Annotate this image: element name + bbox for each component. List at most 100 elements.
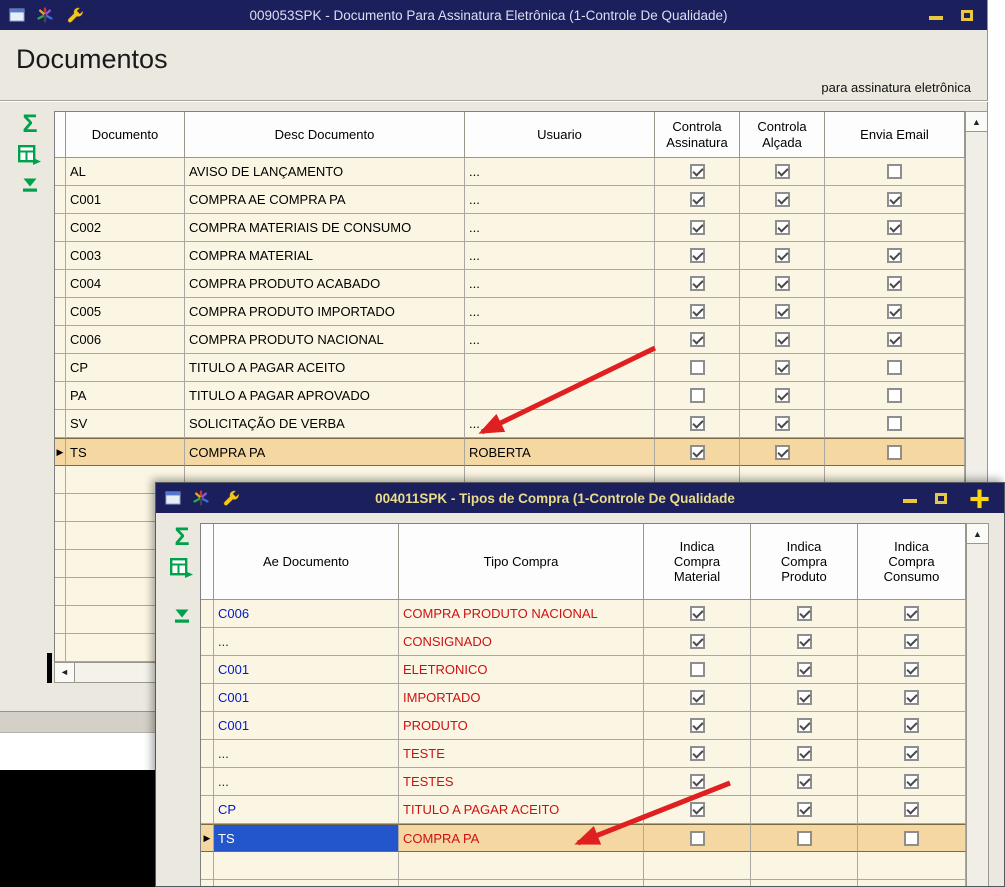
indica-compra-consumo-checkbox[interactable] xyxy=(904,774,919,789)
ae-documento-cell[interactable]: CP xyxy=(214,796,399,824)
column-header-indica-compra-material[interactable]: Indica Compra Material xyxy=(644,524,751,600)
column-header-usuario[interactable]: Usuario xyxy=(465,112,655,158)
controla-alcada-checkbox[interactable] xyxy=(774,304,790,319)
desc-documento-cell[interactable]: COMPRA PA xyxy=(185,438,465,466)
envia-email-checkbox[interactable] xyxy=(887,248,902,263)
envia-email-checkbox[interactable] xyxy=(887,388,902,403)
maximize-button[interactable] xyxy=(961,9,973,21)
envia-email-checkbox[interactable] xyxy=(887,192,902,207)
indica-compra-material-checkbox[interactable] xyxy=(689,746,705,761)
splitter-handle[interactable] xyxy=(47,653,52,683)
indica-compra-produto-cell[interactable] xyxy=(751,600,858,628)
indica-compra-material-cell[interactable] xyxy=(644,824,751,852)
grid-row[interactable]: ... TESTE xyxy=(201,740,966,768)
column-header-indica-compra-produto[interactable]: Indica Compra Produto xyxy=(751,524,858,600)
tipo-compra-cell[interactable]: TESTES xyxy=(399,768,644,796)
controla-alcada-cell[interactable] xyxy=(740,438,825,466)
ae-documento-cell[interactable]: C006 xyxy=(214,600,399,628)
envia-email-cell[interactable] xyxy=(825,186,965,214)
indica-compra-consumo-cell[interactable] xyxy=(858,824,966,852)
envia-email-checkbox[interactable] xyxy=(887,360,902,375)
envia-email-checkbox[interactable] xyxy=(887,304,902,319)
controla-assinatura-checkbox[interactable] xyxy=(689,416,705,431)
indica-compra-material-cell[interactable] xyxy=(644,600,751,628)
indica-compra-produto-cell[interactable] xyxy=(751,712,858,740)
indica-compra-produto-checkbox[interactable] xyxy=(796,802,812,817)
indica-compra-material-checkbox[interactable] xyxy=(689,774,705,789)
controla-alcada-cell[interactable] xyxy=(740,270,825,298)
indica-compra-consumo-cell[interactable] xyxy=(858,656,966,684)
indica-compra-produto-checkbox[interactable] xyxy=(796,662,812,677)
grid-row[interactable]: C001 IMPORTADO xyxy=(201,684,966,712)
grid-row[interactable]: ▶ TS COMPRA PA ROBERTA xyxy=(55,438,965,466)
envia-email-cell[interactable] xyxy=(825,214,965,242)
controla-assinatura-cell[interactable] xyxy=(655,438,740,466)
indica-compra-material-checkbox[interactable] xyxy=(689,634,705,649)
export-grid-icon[interactable] xyxy=(18,145,42,168)
indica-compra-consumo-cell[interactable] xyxy=(858,712,966,740)
desc-documento-cell[interactable]: AVISO DE LANÇAMENTO xyxy=(185,158,465,186)
indica-compra-consumo-cell[interactable] xyxy=(858,796,966,824)
envia-email-cell[interactable] xyxy=(825,410,965,438)
indica-compra-produto-cell[interactable] xyxy=(751,684,858,712)
ae-documento-cell[interactable]: ... xyxy=(214,628,399,656)
tipo-compra-cell[interactable]: COMPRA PA xyxy=(399,824,644,852)
desc-documento-cell[interactable]: TITULO A PAGAR ACEITO xyxy=(185,354,465,382)
envia-email-cell[interactable] xyxy=(825,438,965,466)
controla-assinatura-cell[interactable] xyxy=(655,242,740,270)
envia-email-checkbox[interactable] xyxy=(887,332,902,347)
usuario-cell[interactable]: ... xyxy=(465,186,655,214)
usuario-cell[interactable]: ... xyxy=(465,298,655,326)
indica-compra-produto-checkbox[interactable] xyxy=(796,690,812,705)
indica-compra-consumo-checkbox[interactable] xyxy=(904,746,919,761)
grid-row[interactable]: C002 COMPRA MATERIAIS DE CONSUMO... xyxy=(55,214,965,242)
controla-assinatura-checkbox[interactable] xyxy=(689,388,705,403)
envia-email-checkbox[interactable] xyxy=(887,276,902,291)
envia-email-cell[interactable] xyxy=(825,242,965,270)
controla-alcada-cell[interactable] xyxy=(740,354,825,382)
usuario-cell[interactable]: ROBERTA xyxy=(465,438,655,466)
desc-documento-cell[interactable]: COMPRA MATERIAL xyxy=(185,242,465,270)
documento-cell[interactable]: C002 xyxy=(66,214,185,242)
indica-compra-consumo-checkbox[interactable] xyxy=(904,634,919,649)
desc-documento-cell[interactable]: COMPRA AE COMPRA PA xyxy=(185,186,465,214)
controla-assinatura-cell[interactable] xyxy=(655,326,740,354)
tipo-compra-cell[interactable]: PRODUTO xyxy=(399,712,644,740)
controla-alcada-cell[interactable] xyxy=(740,158,825,186)
ae-documento-cell[interactable]: C001 xyxy=(214,712,399,740)
indica-compra-consumo-cell[interactable] xyxy=(858,768,966,796)
column-header-desc-documento[interactable]: Desc Documento xyxy=(185,112,465,158)
controla-assinatura-checkbox[interactable] xyxy=(689,332,705,347)
controla-alcada-checkbox[interactable] xyxy=(774,332,790,347)
ae-documento-cell[interactable]: ... xyxy=(214,740,399,768)
controla-alcada-cell[interactable] xyxy=(740,298,825,326)
envia-email-checkbox[interactable] xyxy=(887,416,902,431)
envia-email-checkbox[interactable] xyxy=(887,444,902,460)
controla-alcada-cell[interactable] xyxy=(740,186,825,214)
indica-compra-material-cell[interactable] xyxy=(644,684,751,712)
controla-alcada-checkbox[interactable] xyxy=(774,192,790,207)
controla-alcada-checkbox[interactable] xyxy=(774,164,790,179)
indica-compra-material-checkbox[interactable] xyxy=(689,718,705,733)
controla-assinatura-cell[interactable] xyxy=(655,270,740,298)
indica-compra-consumo-cell[interactable] xyxy=(858,684,966,712)
indica-compra-produto-cell[interactable] xyxy=(751,824,858,852)
column-header-indica-compra-consumo[interactable]: Indica Compra Consumo xyxy=(858,524,966,600)
export-grid-icon[interactable] xyxy=(170,558,194,581)
desc-documento-cell[interactable]: TITULO A PAGAR APROVADO xyxy=(185,382,465,410)
sum-icon[interactable]: Σ xyxy=(22,112,37,137)
column-header-controla-alcada[interactable]: Controla Alçada xyxy=(740,112,825,158)
envia-email-cell[interactable] xyxy=(825,270,965,298)
controla-assinatura-checkbox[interactable] xyxy=(689,304,705,319)
desc-documento-cell[interactable]: SOLICITAÇÃO DE VERBA xyxy=(185,410,465,438)
minimize-button[interactable] xyxy=(929,16,943,20)
controla-alcada-checkbox[interactable] xyxy=(774,360,790,375)
controla-alcada-cell[interactable] xyxy=(740,242,825,270)
documento-cell[interactable]: TS xyxy=(66,438,185,466)
ae-documento-cell[interactable]: C001 xyxy=(214,684,399,712)
documento-cell[interactable]: C004 xyxy=(66,270,185,298)
usuario-cell[interactable]: ... xyxy=(465,158,655,186)
grid-row[interactable]: SV SOLICITAÇÃO DE VERBA... xyxy=(55,410,965,438)
grid-row[interactable]: ... TESTES xyxy=(201,768,966,796)
indica-compra-consumo-checkbox[interactable] xyxy=(904,662,919,677)
